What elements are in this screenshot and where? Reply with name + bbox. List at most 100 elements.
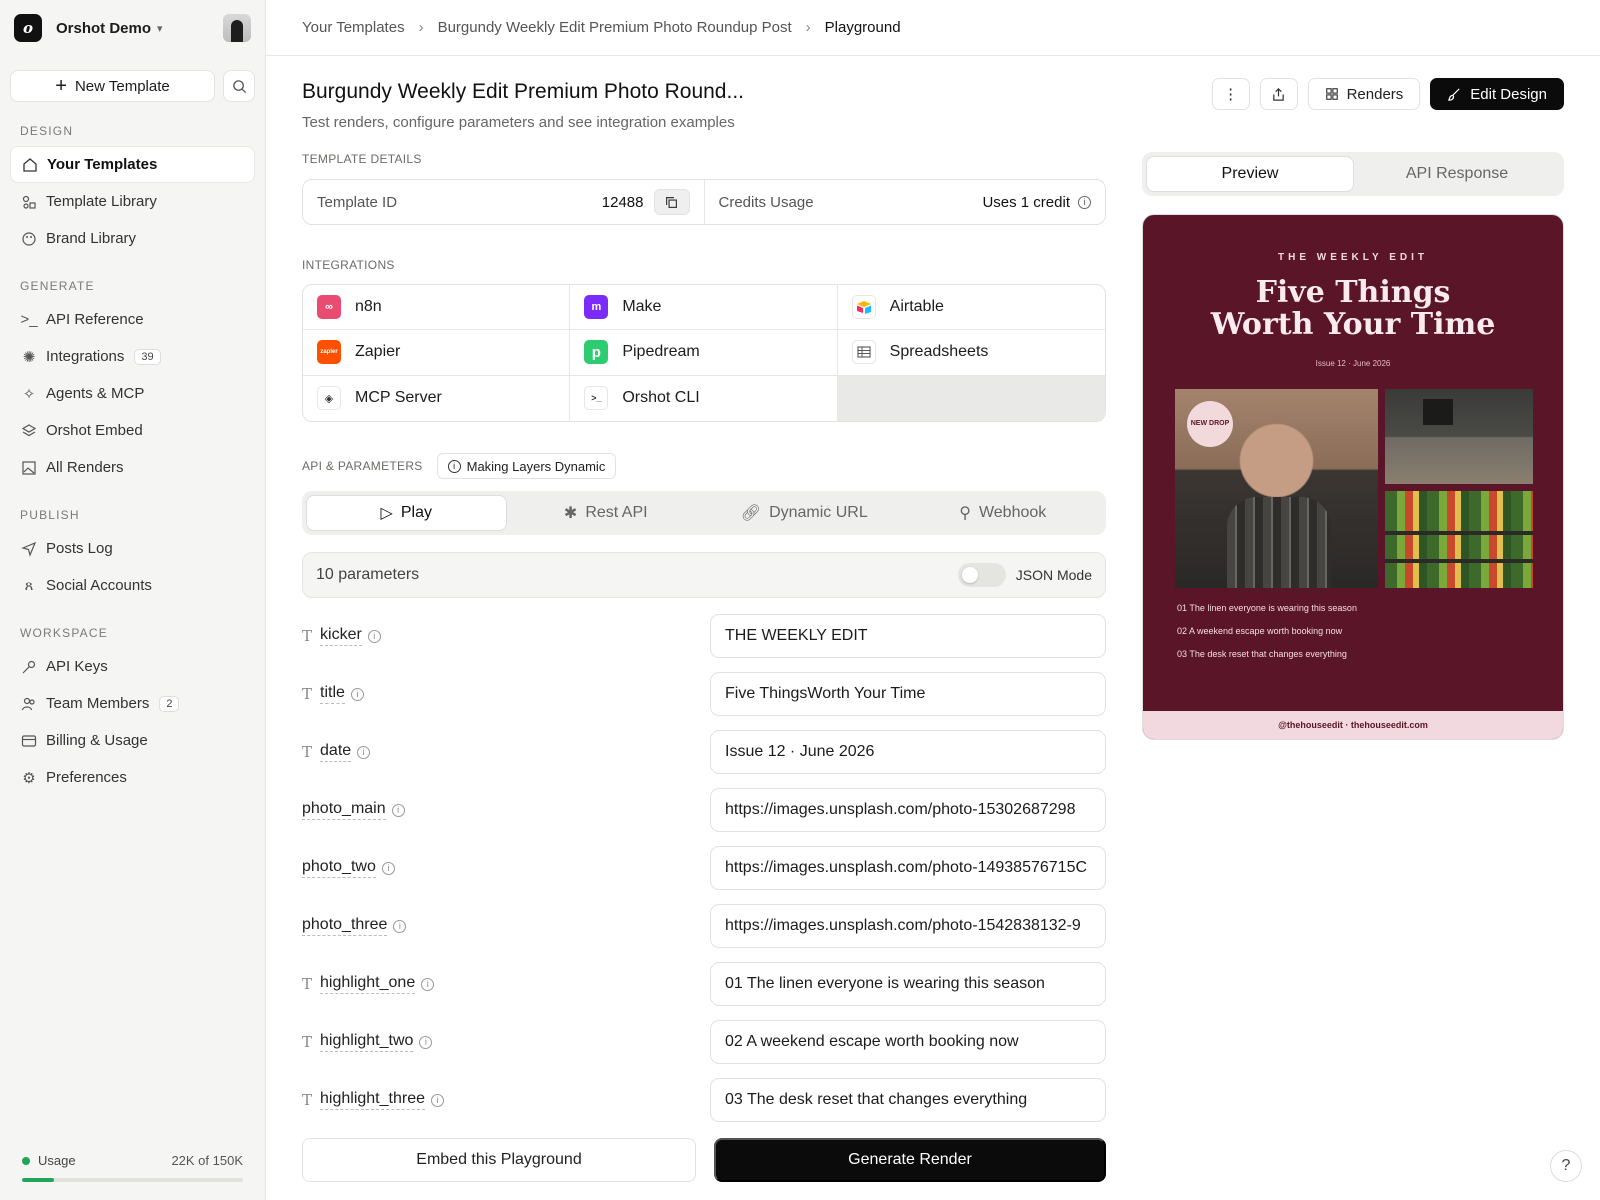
integration-mcp-server[interactable]: ◈ MCP Server <box>303 375 571 421</box>
param-name: Thighlight_two i <box>302 1032 433 1052</box>
param-input-highlight-two[interactable]: 02 A weekend escape worth booking now <box>710 1020 1106 1064</box>
integration-spreadsheets[interactable]: Spreadsheets <box>837 330 1105 376</box>
breadcrumb-template[interactable]: Burgundy Weekly Edit Premium Photo Round… <box>438 19 792 36</box>
integration-n8n[interactable]: ∞ n8n <box>303 285 571 331</box>
info-icon[interactable]: i <box>350 687 364 701</box>
chevron-right-icon: › <box>805 19 811 36</box>
param-input-kicker[interactable]: THE WEEKLY EDIT <box>710 614 1106 658</box>
info-icon[interactable]: i <box>1078 195 1091 209</box>
share-button[interactable] <box>1259 78 1298 110</box>
new-template-button[interactable]: + New Template <box>10 70 215 102</box>
tab-preview[interactable]: Preview <box>1146 156 1354 192</box>
sidebar-item-template-library[interactable]: Template Library <box>10 183 255 220</box>
sparkles-icon: ✧ <box>22 385 36 403</box>
tab-label: Rest API <box>585 504 648 521</box>
usage-value: 22K of 150K <box>171 1153 243 1168</box>
tab-play[interactable]: ▷ Play <box>306 495 507 531</box>
credits-label: Credits Usage <box>718 193 814 211</box>
sidebar-item-brand-library[interactable]: Brand Library <box>10 220 255 257</box>
zapier-icon: zapier <box>317 340 341 365</box>
sidebar-item-your-templates[interactable]: Your Templates <box>10 146 255 183</box>
main-panel: Your Templates › Burgundy Weekly Edit Pr… <box>266 0 1600 1200</box>
search-button[interactable] <box>223 70 255 102</box>
key-icon <box>20 658 38 676</box>
sidebar-item-integrations[interactable]: ✺ Integrations 39 <box>10 338 255 375</box>
terminal-icon: >_ <box>20 311 38 328</box>
info-icon: i <box>447 459 461 473</box>
sidebar-item-api-keys[interactable]: API Keys <box>10 648 255 685</box>
making-layers-dynamic-chip[interactable]: i Making Layers Dynamic <box>436 453 617 479</box>
count-badge: 2 <box>159 695 180 712</box>
embed-playground-button[interactable]: Embed this Playground <box>302 1138 696 1182</box>
param-name: Thighlight_one i <box>302 974 435 994</box>
info-icon[interactable]: i <box>391 803 405 817</box>
sidebar-item-api-reference[interactable]: >_ API Reference <box>10 301 255 338</box>
info-icon[interactable]: i <box>430 1093 444 1107</box>
integration-label: n8n <box>355 298 382 316</box>
param-input-photo-two[interactable]: https://images.unsplash.com/photo-149385… <box>710 846 1106 890</box>
renders-button[interactable]: Renders <box>1307 78 1421 110</box>
sidebar-item-billing-usage[interactable]: Billing & Usage <box>10 722 255 759</box>
footer-actions: Embed this Playground Generate Render <box>302 1138 1106 1182</box>
sidebar-item-all-renders[interactable]: All Renders <box>10 449 255 486</box>
edit-design-button[interactable]: Edit Design <box>1430 78 1564 110</box>
tab-api-response[interactable]: API Response <box>1354 156 1560 192</box>
grid-icon <box>1325 88 1338 100</box>
integration-orshot-cli[interactable]: >_ Orshot CLI <box>570 375 838 421</box>
info-icon[interactable]: i <box>367 629 381 643</box>
param-input-photo-main[interactable]: https://images.unsplash.com/photo-153026… <box>710 788 1106 832</box>
preview-kicker: THE WEEKLY EDIT <box>1277 252 1428 263</box>
sidebar-item-label: Billing & Usage <box>46 732 148 749</box>
edit-design-label: Edit Design <box>1470 85 1547 103</box>
orshot-logo-icon: o <box>14 14 42 42</box>
param-name: photo_two i <box>302 858 395 878</box>
avatar[interactable] <box>223 14 251 42</box>
integration-make[interactable]: m Make <box>570 285 838 331</box>
param-row: Thighlight_one i 01 The linen everyone is … <box>302 962 1106 1006</box>
preview-date: Issue 12 · June 2026 <box>1315 359 1391 368</box>
json-mode-toggle[interactable] <box>957 563 1006 587</box>
param-name: Tkicker i <box>302 626 381 646</box>
sidebar-item-orshot-embed[interactable]: Orshot Embed <box>10 412 255 449</box>
integration-airtable[interactable]: Airtable <box>837 285 1105 331</box>
param-row: Tkicker i THE WEEKLY EDIT <box>302 614 1106 658</box>
integration-empty-cell <box>837 375 1105 421</box>
param-key: photo_two <box>302 858 376 878</box>
info-icon[interactable]: i <box>419 1035 433 1049</box>
param-input-date[interactable]: Issue 12 · June 2026 <box>710 730 1106 774</box>
param-key: title <box>320 684 345 704</box>
sidebar-item-social-accounts[interactable]: ጸ Social Accounts <box>10 567 255 604</box>
integration-pipedream[interactable]: p Pipedream <box>570 330 838 376</box>
param-input-photo-three[interactable]: https://images.unsplash.com/photo-154283… <box>710 904 1106 948</box>
layers-icon <box>20 422 38 440</box>
generate-render-button[interactable]: Generate Render <box>714 1138 1106 1182</box>
info-icon[interactable]: i <box>357 745 371 759</box>
help-button[interactable]: ? <box>1550 1150 1582 1182</box>
text-type-icon: T <box>302 975 313 993</box>
sidebar-item-preferences[interactable]: ⚙ Preferences <box>10 759 255 796</box>
integration-zapier[interactable]: zapier Zapier <box>303 330 571 376</box>
info-icon[interactable]: i <box>381 861 395 875</box>
share-icon <box>1273 87 1284 101</box>
sidebar-item-posts-log[interactable]: Posts Log <box>10 530 255 567</box>
param-row: photo_three i https://images.unsplash.com/… <box>302 904 1106 948</box>
text-type-icon: T <box>302 743 313 761</box>
param-input-highlight-one[interactable]: 01 The linen everyone is wearing this se… <box>710 962 1106 1006</box>
param-input-title[interactable]: Five ThingsWorth Your Time <box>710 672 1106 716</box>
info-icon[interactable]: i <box>421 977 435 991</box>
tab-rest-api[interactable]: ✱ Rest API <box>507 495 706 531</box>
sidebar-item-agents-mcp[interactable]: ✧ Agents & MCP <box>10 375 255 412</box>
tab-webhook[interactable]: ⚲ Webhook <box>904 495 1103 531</box>
workspace-switcher[interactable]: o Orshot Demo ▾ <box>10 0 255 56</box>
param-input-highlight-three[interactable]: 03 The desk reset that changes everythin… <box>710 1078 1106 1122</box>
tab-dynamic-url[interactable]: 🔗︎ Dynamic URL <box>705 495 904 531</box>
breadcrumb-your-templates[interactable]: Your Templates <box>302 19 405 36</box>
more-button[interactable]: ⋮ <box>1211 78 1250 110</box>
sidebar-item-team-members[interactable]: Team Members 2 <box>10 685 255 722</box>
integration-label: Orshot CLI <box>622 389 700 407</box>
copy-id-button[interactable] <box>653 189 690 215</box>
info-icon[interactable]: i <box>393 919 407 933</box>
param-key: photo_main <box>302 800 386 820</box>
text-type-icon: T <box>302 627 313 645</box>
plug-icon: ✺ <box>22 348 36 366</box>
